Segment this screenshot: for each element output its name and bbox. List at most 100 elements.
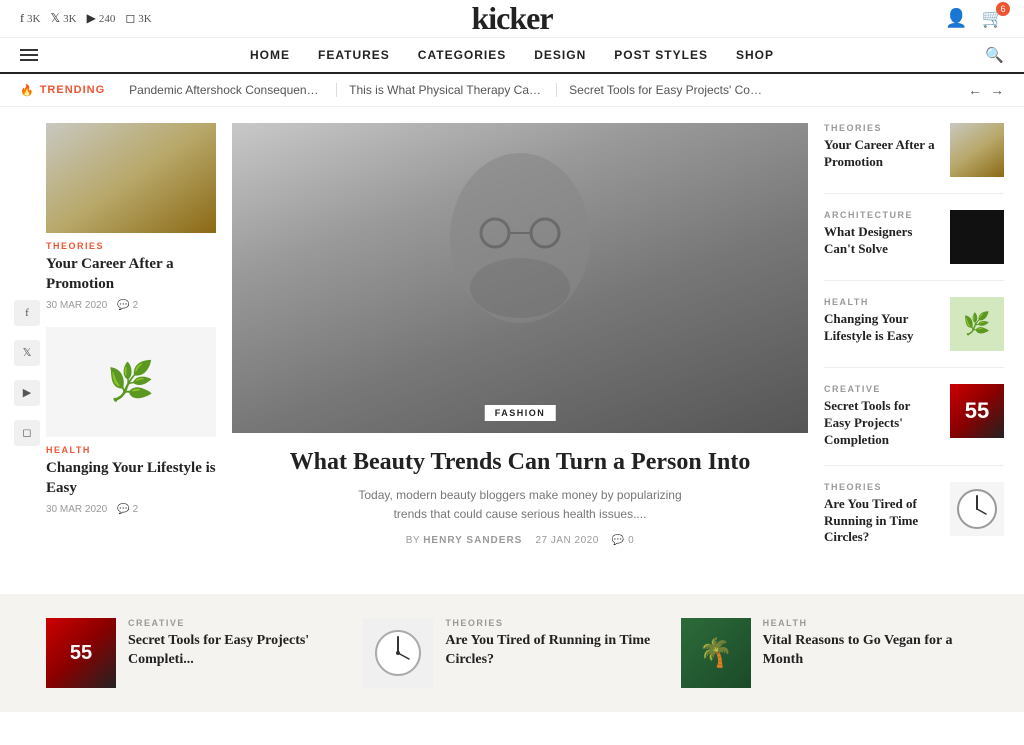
left-card-1-category: THEORIES bbox=[46, 241, 216, 251]
hamburger-menu[interactable] bbox=[20, 49, 38, 61]
sidebar-facebook-icon[interactable]: f bbox=[14, 300, 40, 326]
trending-navigation: ← → bbox=[968, 82, 1004, 98]
cart-count: 6 bbox=[996, 2, 1010, 16]
bottom-card-3-category: HEALTH bbox=[763, 618, 978, 628]
social-sidebar: f 𝕏 ▶ ◻ bbox=[14, 300, 40, 446]
left-card-1-comments: 💬 2 bbox=[117, 300, 138, 311]
left-card-2-title[interactable]: Changing Your Lifestyle is Easy bbox=[46, 459, 216, 498]
bottom-card-2: THEORIES Are You Tired of Running in Tim… bbox=[363, 618, 660, 688]
cart-button[interactable]: 🛒 6 bbox=[982, 8, 1004, 29]
twitter-social[interactable]: 𝕏 3K bbox=[50, 11, 76, 26]
bottom-card-2-category: THEORIES bbox=[445, 618, 660, 628]
featured-image-content bbox=[232, 123, 808, 433]
bottom-card-1-title[interactable]: Secret Tools for Easy Projects' Completi… bbox=[128, 632, 343, 668]
right-card-5: THEORIES Are You Tired of Running in Tim… bbox=[824, 482, 1004, 563]
bottom-card-1-category: CREATIVE bbox=[128, 618, 343, 628]
facebook-social[interactable]: f 3K bbox=[20, 11, 40, 26]
trending-item-2[interactable]: This is What Physical Therapy Can Ac... bbox=[337, 83, 557, 97]
right-card-5-category: THEORIES bbox=[824, 482, 940, 492]
trending-next-arrow[interactable]: → bbox=[990, 82, 1004, 98]
youtube-count: 240 bbox=[99, 13, 116, 25]
trending-label: 🔥 TRENDING bbox=[20, 84, 105, 97]
youtube-icon: ▶ bbox=[87, 11, 96, 26]
left-card-1-title[interactable]: Your Career After a Promotion bbox=[46, 255, 216, 294]
right-card-4-image[interactable]: 55 bbox=[950, 384, 1004, 438]
featured-meta: BY HENRY SANDERS 27 JAN 2020 💬 0 bbox=[232, 535, 808, 546]
bottom-card-1-image[interactable]: 55 bbox=[46, 618, 116, 688]
nav-home[interactable]: HOME bbox=[250, 48, 290, 62]
comment-icon: 💬 bbox=[117, 300, 129, 311]
sidebar-twitter-icon[interactable]: 𝕏 bbox=[14, 340, 40, 366]
right-card-4-text: CREATIVE Secret Tools for Easy Projects'… bbox=[824, 384, 940, 449]
twitter-icon: 𝕏 bbox=[50, 11, 60, 26]
facebook-count: 3K bbox=[27, 13, 40, 25]
sidebar-instagram-icon[interactable]: ◻ bbox=[14, 420, 40, 446]
right-card-3-title[interactable]: Changing Your Lifestyle is Easy bbox=[824, 311, 940, 345]
right-card-5-image[interactable] bbox=[950, 482, 1004, 536]
nav-features[interactable]: FEATURES bbox=[318, 48, 390, 62]
featured-title[interactable]: What Beauty Trends Can Turn a Person Int… bbox=[232, 447, 808, 478]
left-card-1: THEORIES Your Career After a Promotion 3… bbox=[46, 123, 216, 311]
bottom-card-3: 🌴 HEALTH Vital Reasons to Go Vegan for a… bbox=[681, 618, 978, 688]
trending-items: Pandemic Aftershock Consequences This is… bbox=[117, 83, 956, 97]
top-right: 👤 🛒 6 bbox=[945, 8, 1004, 29]
left-card-2-meta: 30 MAR 2020 💬 2 bbox=[46, 504, 216, 515]
right-card-2-title[interactable]: What Designers Can't Solve bbox=[824, 224, 940, 258]
bottom-card-3-image[interactable]: 🌴 bbox=[681, 618, 751, 688]
featured-image[interactable]: FASHION bbox=[232, 123, 808, 433]
search-icon[interactable]: 🔍 bbox=[985, 46, 1004, 65]
top-bar: f 3K 𝕏 3K ▶ 240 ◻ 3K kicker 👤 🛒 6 bbox=[0, 0, 1024, 38]
right-card-2-text: ARCHITECTURE What Designers Can't Solve bbox=[824, 210, 940, 258]
facebook-icon: f bbox=[20, 11, 24, 26]
nav-shop[interactable]: SHOP bbox=[736, 48, 774, 62]
user-icon[interactable]: 👤 bbox=[945, 8, 967, 29]
left-card-1-image[interactable] bbox=[46, 123, 216, 233]
instagram-social[interactable]: ◻ 3K bbox=[125, 11, 151, 26]
right-card-3: HEALTH Changing Your Lifestyle is Easy 🌿 bbox=[824, 297, 1004, 368]
right-card-1: THEORIES Your Career After a Promotion bbox=[824, 123, 1004, 194]
comment-icon-2: 💬 bbox=[117, 504, 129, 515]
right-column: THEORIES Your Career After a Promotion A… bbox=[824, 123, 1004, 578]
left-card-2-image[interactable]: 🌿 bbox=[46, 327, 216, 437]
bottom-card-3-title[interactable]: Vital Reasons to Go Vegan for a Month bbox=[763, 632, 978, 668]
clock-svg bbox=[956, 488, 998, 530]
bottom-card-1-text: CREATIVE Secret Tools for Easy Projects'… bbox=[128, 618, 343, 668]
bottom-card-2-title[interactable]: Are You Tired of Running in Time Circles… bbox=[445, 632, 660, 668]
bottom-card-3-text: HEALTH Vital Reasons to Go Vegan for a M… bbox=[763, 618, 978, 668]
featured-comment-icon: 💬 bbox=[612, 535, 625, 546]
right-card-5-text: THEORIES Are You Tired of Running in Tim… bbox=[824, 482, 940, 547]
instagram-icon: ◻ bbox=[125, 11, 135, 26]
youtube-social[interactable]: ▶ 240 bbox=[87, 11, 116, 26]
bottom-card-2-text: THEORIES Are You Tired of Running in Tim… bbox=[445, 618, 660, 668]
right-card-4-title[interactable]: Secret Tools for Easy Projects' Completi… bbox=[824, 398, 940, 449]
right-card-2-image[interactable] bbox=[950, 210, 1004, 264]
left-card-1-date: 30 MAR 2020 bbox=[46, 300, 107, 311]
bottom-card-2-image[interactable] bbox=[363, 618, 433, 688]
trending-bar: 🔥 TRENDING Pandemic Aftershock Consequen… bbox=[0, 74, 1024, 107]
trending-prev-arrow[interactable]: ← bbox=[968, 82, 982, 98]
sidebar-youtube-icon[interactable]: ▶ bbox=[14, 380, 40, 406]
right-card-3-text: HEALTH Changing Your Lifestyle is Easy bbox=[824, 297, 940, 345]
nav-post-styles[interactable]: POST STYLES bbox=[614, 48, 708, 62]
left-card-2: 🌿 HEALTH Changing Your Lifestyle is Easy… bbox=[46, 327, 216, 515]
right-card-5-title[interactable]: Are You Tired of Running in Time Circles… bbox=[824, 496, 940, 547]
trending-item-1[interactable]: Pandemic Aftershock Consequences bbox=[117, 83, 337, 97]
right-card-1-text: THEORIES Your Career After a Promotion bbox=[824, 123, 940, 171]
right-card-1-title[interactable]: Your Career After a Promotion bbox=[824, 137, 940, 171]
right-card-1-category: THEORIES bbox=[824, 123, 940, 133]
site-logo[interactable]: kicker bbox=[471, 0, 552, 37]
featured-category-tag: FASHION bbox=[485, 405, 556, 421]
left-card-1-meta: 30 MAR 2020 💬 2 bbox=[46, 300, 216, 311]
twitter-count: 3K bbox=[63, 13, 76, 25]
right-card-1-image[interactable] bbox=[950, 123, 1004, 177]
creative-number: 55 bbox=[965, 398, 989, 424]
right-card-2-category: ARCHITECTURE bbox=[824, 210, 940, 220]
center-column: FASHION What Beauty Trends Can Turn a Pe… bbox=[232, 123, 808, 578]
trending-item-3[interactable]: Secret Tools for Easy Projects' Compl ..… bbox=[557, 83, 777, 97]
nav-design[interactable]: DESIGN bbox=[534, 48, 586, 62]
right-card-3-image[interactable]: 🌿 bbox=[950, 297, 1004, 351]
right-card-2: ARCHITECTURE What Designers Can't Solve bbox=[824, 210, 1004, 281]
nav-categories[interactable]: CATEGORIES bbox=[418, 48, 506, 62]
nav-links: HOME FEATURES CATEGORIES DESIGN POST STY… bbox=[250, 48, 774, 62]
right-card-4-category: CREATIVE bbox=[824, 384, 940, 394]
